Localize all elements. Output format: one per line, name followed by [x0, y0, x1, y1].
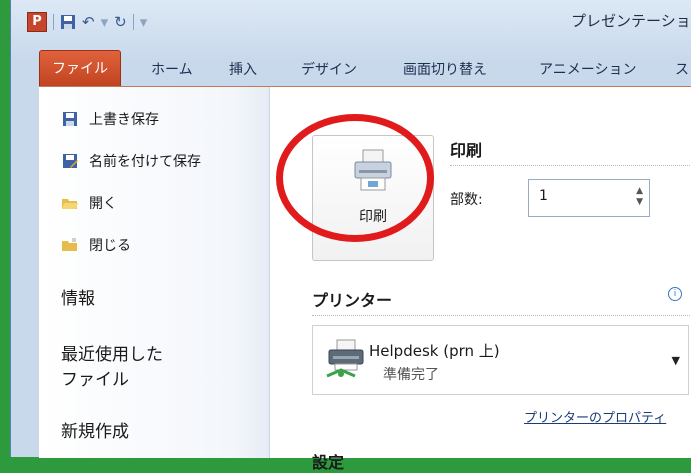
print-button[interactable]: 印刷	[312, 135, 434, 261]
tab-insert[interactable]: 挿入	[229, 59, 257, 79]
tab-slideshow[interactable]: ス	[675, 59, 689, 79]
nav-new[interactable]: 新規作成	[61, 420, 129, 445]
undo-icon[interactable]: ↶	[82, 13, 95, 31]
settings-section-title: 設定	[312, 453, 345, 472]
printer-name: Helpdesk (prn 上)	[369, 342, 500, 360]
printer-properties-link[interactable]: プリンターのプロパティ	[524, 407, 666, 426]
backstage-nav: 上書き保存 名前を付けて保存 開く 閉じる 情報 最近使用した ファイル 新規作…	[39, 87, 270, 458]
save-as-command[interactable]: 名前を付けて保存	[61, 151, 201, 171]
printer-section-title: プリンター	[312, 291, 393, 310]
save-as-label: 名前を付けて保存	[89, 154, 201, 170]
separator	[132, 14, 134, 30]
tab-design[interactable]: デザイン	[301, 59, 357, 79]
close-label: 閉じる	[89, 238, 131, 254]
printer-status: 準備完了	[383, 367, 439, 383]
save-icon	[63, 112, 77, 126]
copies-spinner[interactable]: 1 ▲ ▼	[528, 179, 650, 217]
open-label: 開く	[89, 196, 117, 212]
tab-home[interactable]: ホーム	[151, 59, 193, 79]
print-button-label: 印刷	[359, 209, 387, 225]
application-window: P ↶ ▾ ↻ ▾ プレゼンテーション1 ファイル ホーム 挿入 デザイン 画面…	[10, 0, 691, 472]
window-title: プレゼンテーション1	[571, 12, 691, 30]
print-section-title: 印刷	[450, 141, 483, 160]
close-folder-icon	[62, 238, 77, 251]
printer-icon	[354, 149, 392, 191]
chevron-down-icon: ▼	[671, 354, 680, 367]
print-pane: 印刷 印刷 部数: 1 ▲ ▼ プリンター i Helpdesk (prn 上)…	[270, 87, 691, 472]
tab-file[interactable]: ファイル	[39, 50, 121, 87]
tab-animations[interactable]: アニメーション	[539, 59, 636, 79]
copies-value: 1	[539, 188, 548, 204]
customize-icon[interactable]: ▾	[140, 13, 148, 31]
undo-dropdown-icon[interactable]: ▾	[101, 13, 109, 31]
save-icon[interactable]	[60, 14, 76, 30]
separator	[53, 14, 54, 30]
tab-transitions[interactable]: 画面切り替え	[403, 59, 487, 79]
printer-dropdown[interactable]: Helpdesk (prn 上) 準備完了 ▼	[312, 325, 689, 395]
save-label: 上書き保存	[89, 112, 159, 128]
ribbon-tabs: ファイル ホーム 挿入 デザイン 画面切り替え アニメーション ス	[11, 50, 691, 87]
title-bar: P ↶ ▾ ↻ ▾ プレゼンテーション1	[11, 0, 691, 44]
save-command[interactable]: 上書き保存	[61, 109, 159, 129]
spinner-arrows[interactable]: ▲ ▼	[636, 186, 643, 208]
quick-access-toolbar: P ↶ ▾ ↻ ▾	[27, 12, 147, 32]
open-folder-icon	[62, 199, 78, 209]
save-as-icon	[63, 154, 78, 168]
network-printer-icon	[326, 339, 364, 378]
redo-icon[interactable]: ↻	[114, 13, 127, 31]
powerpoint-app-icon[interactable]: P	[27, 12, 47, 32]
copies-label: 部数:	[450, 192, 483, 208]
open-command[interactable]: 開く	[61, 193, 117, 213]
divider	[312, 315, 691, 316]
divider	[450, 165, 691, 166]
nav-recent[interactable]: 最近使用した ファイル	[61, 343, 163, 393]
close-command[interactable]: 閉じる	[61, 235, 131, 255]
info-icon[interactable]: i	[668, 287, 682, 301]
backstage-view: 上書き保存 名前を付けて保存 開く 閉じる 情報 最近使用した ファイル 新規作…	[39, 86, 691, 472]
nav-info[interactable]: 情報	[61, 287, 95, 312]
